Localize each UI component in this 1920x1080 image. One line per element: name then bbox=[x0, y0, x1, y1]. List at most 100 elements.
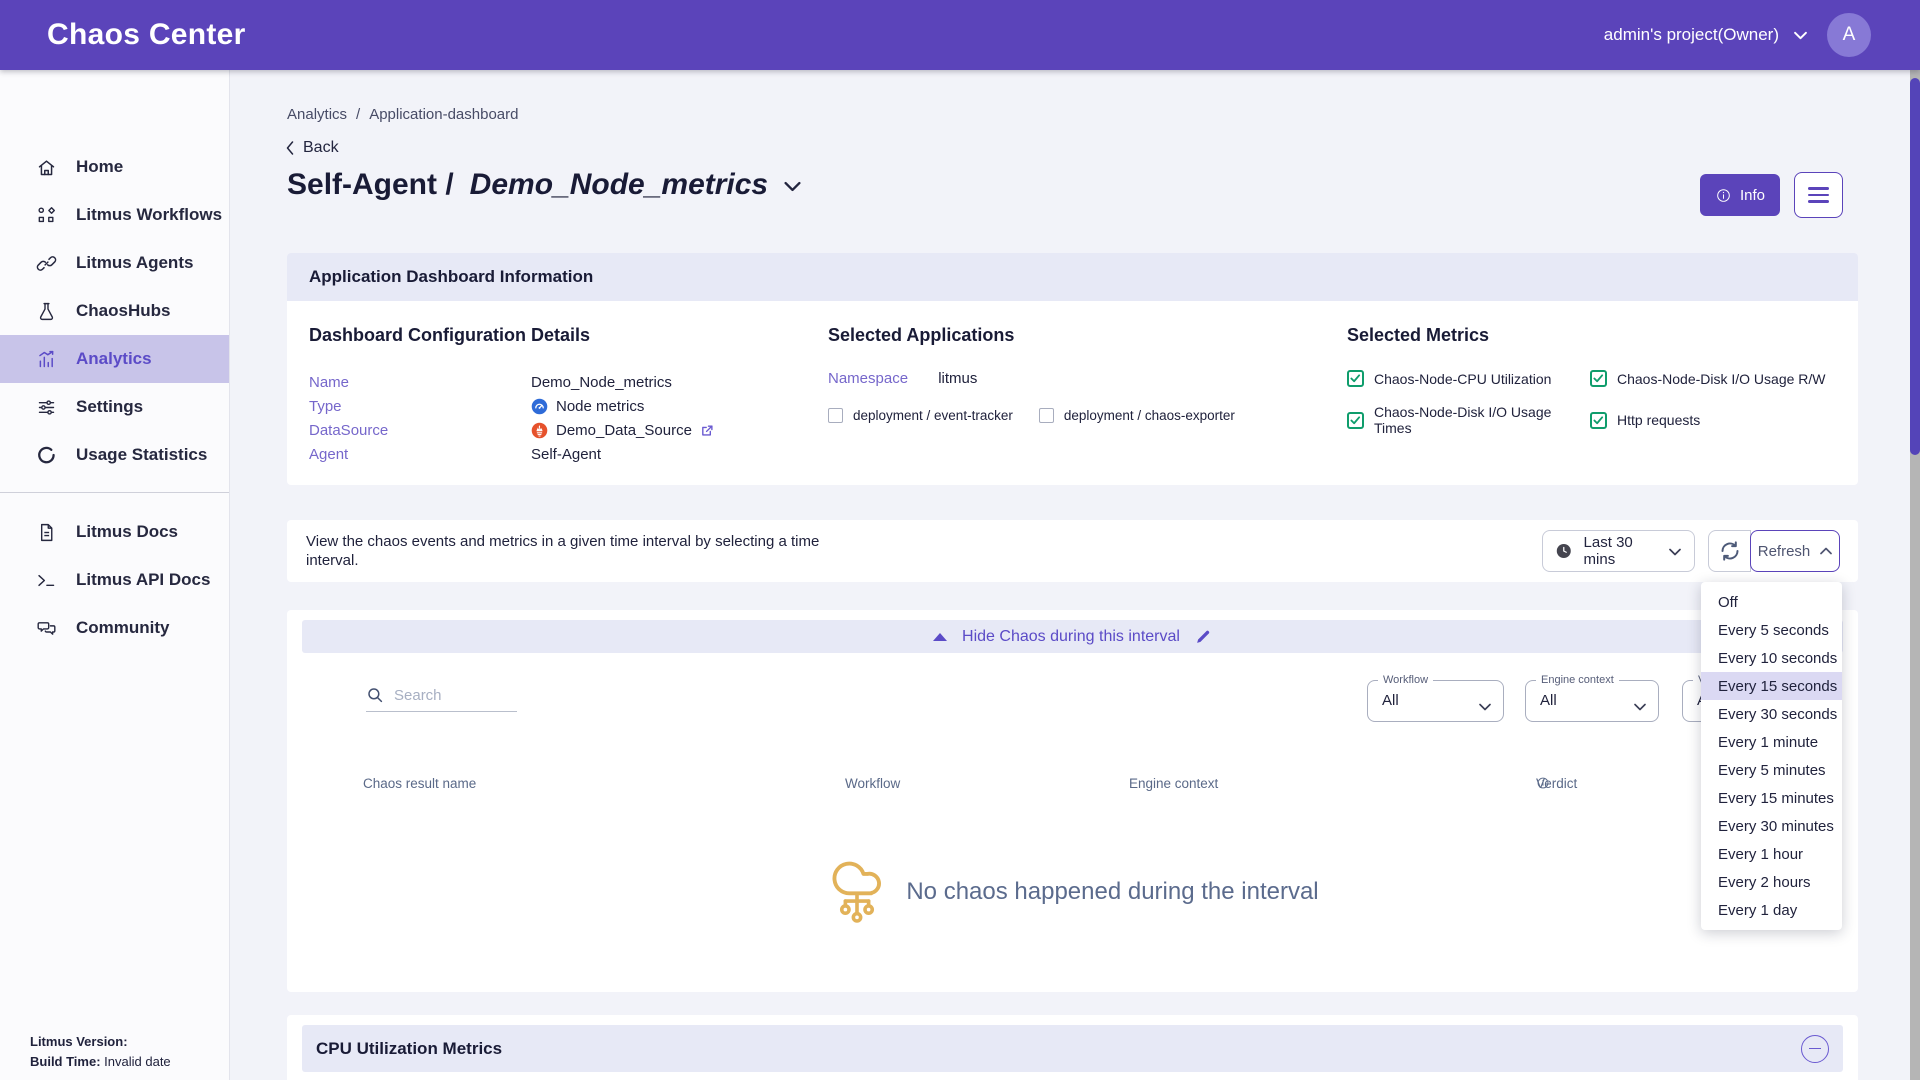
sidebar-item-analytics[interactable]: Analytics bbox=[0, 335, 229, 383]
menu-item-every-10-seconds[interactable]: Every 10 seconds bbox=[1701, 644, 1842, 672]
edit-pencil-icon[interactable] bbox=[1195, 628, 1212, 645]
link-icon bbox=[36, 253, 57, 274]
applications-title: Selected Applications bbox=[828, 325, 1347, 346]
filter-label: Workflow bbox=[1378, 674, 1433, 686]
app-title: Chaos Center bbox=[47, 18, 246, 52]
menu-item-every-5-minutes[interactable]: Every 5 minutes bbox=[1701, 756, 1842, 784]
checkbox-unchecked[interactable] bbox=[1039, 408, 1054, 423]
vertical-scrollbar[interactable] bbox=[1910, 70, 1920, 1080]
document-icon bbox=[36, 522, 57, 543]
sidebar-item-home[interactable]: Home bbox=[0, 143, 229, 191]
dashboard-options-button[interactable] bbox=[1794, 172, 1843, 218]
check-icon bbox=[1593, 415, 1604, 426]
dashboard-info-body: Dashboard Configuration Details Name Dem… bbox=[287, 301, 1858, 466]
sync-now-button[interactable] bbox=[1708, 530, 1751, 572]
checkbox-checked[interactable] bbox=[1347, 370, 1364, 387]
clock-icon bbox=[1556, 542, 1572, 560]
external-link-icon[interactable] bbox=[700, 423, 715, 438]
main-content: Analytics / Application-dashboard Back S… bbox=[230, 70, 1910, 1080]
dashboard-switcher-chevron[interactable] bbox=[784, 179, 801, 197]
metric-checkbox-item: Chaos-Node-Disk I/O Usage R/W bbox=[1590, 370, 1858, 387]
type-label: Type bbox=[309, 398, 531, 415]
sidebar-item-chaoshubs[interactable]: ChaosHubs bbox=[0, 287, 229, 335]
menu-item-off[interactable]: Off bbox=[1701, 588, 1842, 616]
agent-label: Agent bbox=[309, 446, 531, 463]
scrollbar-thumb[interactable] bbox=[1910, 78, 1920, 455]
back-button[interactable]: Back bbox=[286, 139, 339, 157]
application-checkbox-item: deployment / chaos-exporter bbox=[1039, 408, 1235, 423]
flask-icon bbox=[36, 301, 57, 322]
application-checkbox-item: deployment / event-tracker bbox=[828, 408, 1013, 423]
app-header: Chaos Center admin's project(Owner) A bbox=[0, 0, 1920, 70]
project-switcher[interactable]: admin's project(Owner) bbox=[1604, 25, 1807, 45]
breadcrumb-analytics[interactable]: Analytics bbox=[287, 106, 347, 123]
chaos-center-app: Chaos Center admin's project(Owner) A Ho… bbox=[0, 0, 1920, 1080]
config-row-agent: Agent Self-Agent bbox=[309, 442, 828, 466]
time-range-select[interactable]: Last 30 mins bbox=[1542, 530, 1695, 572]
menu-item-every-1-day[interactable]: Every 1 day bbox=[1701, 896, 1842, 924]
refresh-rate-button[interactable]: Refresh bbox=[1750, 530, 1840, 572]
sidebar-item-litmus-workflows[interactable]: Litmus Workflows bbox=[0, 191, 229, 239]
time-range-value: Last 30 mins bbox=[1584, 534, 1657, 568]
check-icon bbox=[1350, 415, 1361, 426]
info-button[interactable]: Info bbox=[1700, 174, 1780, 216]
panel-title: Application Dashboard Information bbox=[309, 267, 593, 287]
back-label: Back bbox=[303, 139, 339, 157]
hide-chaos-toggle[interactable]: Hide Chaos during this interval bbox=[302, 620, 1843, 653]
checkbox-unchecked[interactable] bbox=[828, 408, 843, 423]
menu-item-every-15-seconds[interactable]: Every 15 seconds bbox=[1701, 672, 1842, 700]
name-label: Name bbox=[309, 374, 531, 391]
config-row-type: Type Node metrics bbox=[309, 394, 828, 418]
menu-item-every-30-minutes[interactable]: Every 30 minutes bbox=[1701, 812, 1842, 840]
info-button-label: Info bbox=[1740, 187, 1765, 204]
chevron-down-icon bbox=[1479, 703, 1491, 711]
metric-label: Chaos-Node-Disk I/O Usage R/W bbox=[1617, 371, 1826, 387]
datasource-label: DataSource bbox=[309, 422, 531, 439]
sidebar-item-litmus-api-docs[interactable]: Litmus API Docs bbox=[0, 556, 229, 604]
sidebar-item-label: Litmus API Docs bbox=[76, 570, 210, 590]
collapse-section-button[interactable] bbox=[1801, 1035, 1829, 1063]
refresh-sync-icon bbox=[1718, 539, 1742, 563]
sidebar-item-label: Usage Statistics bbox=[76, 445, 207, 465]
sidebar-item-usage-statistics[interactable]: Usage Statistics bbox=[0, 431, 229, 479]
sidebar-item-community[interactable]: Community bbox=[0, 604, 229, 652]
sidebar-item-label: Litmus Docs bbox=[76, 522, 178, 542]
menu-item-every-15-minutes[interactable]: Every 15 minutes bbox=[1701, 784, 1842, 812]
menu-item-every-2-hours[interactable]: Every 2 hours bbox=[1701, 868, 1842, 896]
menu-item-every-1-hour[interactable]: Every 1 hour bbox=[1701, 840, 1842, 868]
workflow-filter-select[interactable]: Workflow All bbox=[1367, 680, 1504, 722]
check-icon bbox=[1593, 373, 1604, 384]
chevron-left-icon bbox=[286, 141, 294, 155]
sidebar-nav: Home Litmus Workflows Litmus Agents Chao… bbox=[0, 143, 229, 652]
menu-item-every-30-seconds[interactable]: Every 30 seconds bbox=[1701, 700, 1842, 728]
sidebar-item-litmus-agents[interactable]: Litmus Agents bbox=[0, 239, 229, 287]
menu-item-every-5-seconds[interactable]: Every 5 seconds bbox=[1701, 616, 1842, 644]
checkbox-checked[interactable] bbox=[1590, 412, 1607, 429]
node-metrics-icon bbox=[531, 398, 548, 415]
home-icon bbox=[36, 157, 57, 178]
analytics-chart-icon bbox=[36, 349, 57, 370]
type-value: Node metrics bbox=[556, 398, 644, 415]
breadcrumb-separator: / bbox=[356, 106, 360, 123]
engine-context-filter-select[interactable]: Engine context All bbox=[1525, 680, 1659, 722]
build-time-label: Build Time: bbox=[30, 1054, 101, 1069]
checkbox-checked[interactable] bbox=[1347, 412, 1364, 429]
cpu-section-title: CPU Utilization Metrics bbox=[316, 1039, 502, 1059]
checkbox-checked[interactable] bbox=[1590, 370, 1607, 387]
search-input[interactable] bbox=[394, 687, 506, 704]
litmus-version-label: Litmus Version: bbox=[30, 1034, 128, 1049]
sidebar-item-litmus-docs[interactable]: Litmus Docs bbox=[0, 508, 229, 556]
sidebar-item-label: Litmus Agents bbox=[76, 253, 193, 273]
sidebar-item-label: Settings bbox=[76, 397, 143, 417]
cpu-section-header: CPU Utilization Metrics bbox=[302, 1025, 1843, 1072]
avatar[interactable]: A bbox=[1827, 13, 1871, 57]
sidebar-item-label: Analytics bbox=[76, 349, 152, 369]
applications-column: Selected Applications Namespace litmus d… bbox=[828, 325, 1347, 466]
sidebar-item-settings[interactable]: Settings bbox=[0, 383, 229, 431]
menu-item-every-1-minute[interactable]: Every 1 minute bbox=[1701, 728, 1842, 756]
column-workflow: Workflow bbox=[845, 776, 900, 791]
refresh-label: Refresh bbox=[1758, 543, 1811, 560]
configuration-column: Dashboard Configuration Details Name Dem… bbox=[309, 325, 828, 466]
usage-arc-icon bbox=[36, 445, 57, 466]
hide-chaos-label: Hide Chaos during this interval bbox=[962, 628, 1180, 646]
